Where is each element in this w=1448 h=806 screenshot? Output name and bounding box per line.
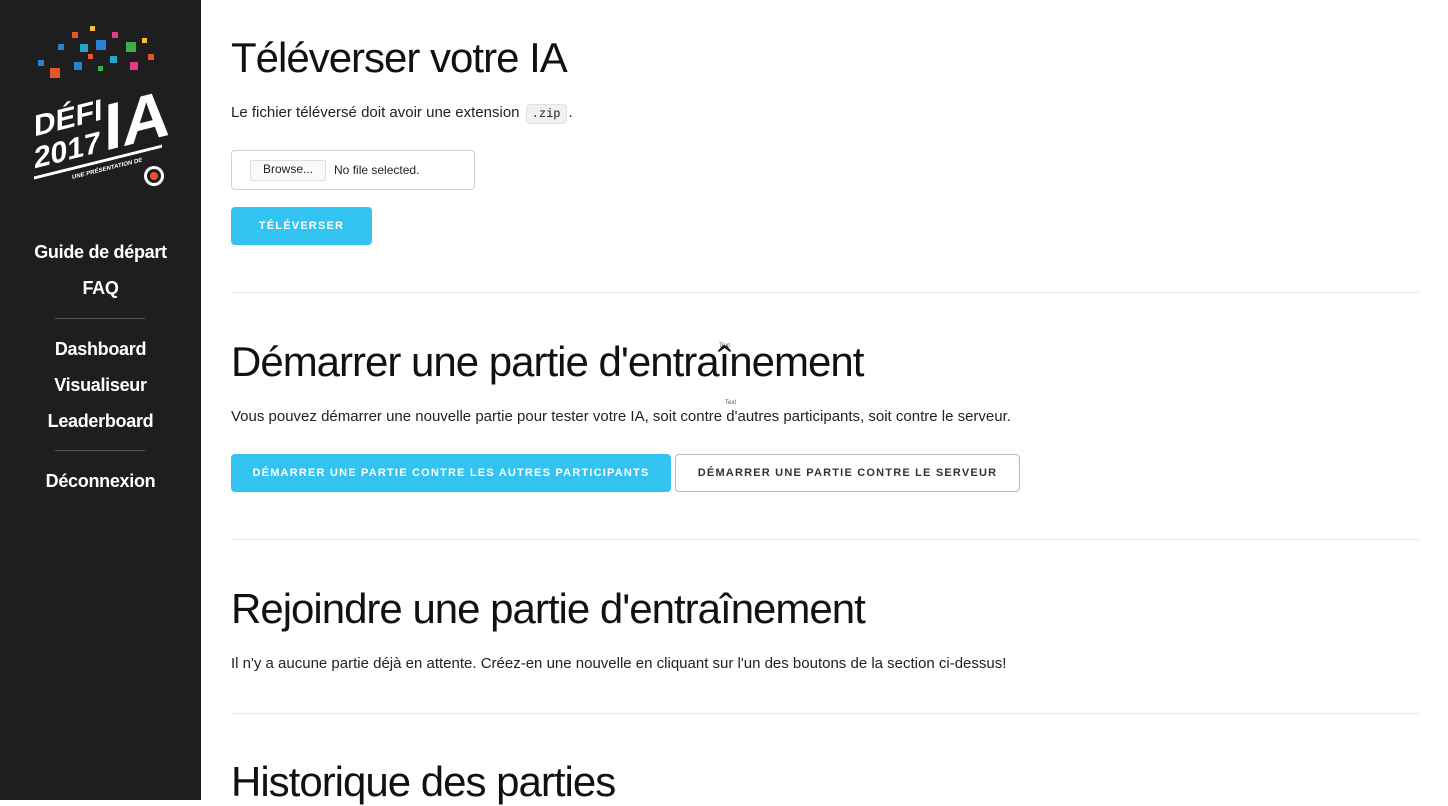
start-vs-participants-button[interactable]: DÉMARRER UNE PARTIE CONTRE LES AUTRES PA… (231, 454, 671, 492)
upload-title: Téléverser votre IA (231, 34, 568, 81)
join-game-description: Il n'y a aucune partie déjà en attente. … (231, 655, 1007, 672)
nav-divider (55, 450, 145, 451)
section-divider (231, 292, 1419, 293)
upload-desc-end: . (568, 104, 573, 121)
browse-button[interactable]: Browse... (250, 159, 327, 181)
upload-description: Le fichier téléversé doit avoir une exte… (231, 104, 573, 124)
history-title: Historique des parties (231, 758, 616, 805)
nav-link-faq[interactable]: FAQ (0, 270, 201, 306)
start-game-description: Vous pouvez démarrer une nouvelle partie… (231, 408, 1011, 425)
nav-link-visualiseur[interactable]: Visualiseur (0, 367, 201, 403)
start-game-title: Démarrer une partie d'entraînement (231, 338, 864, 385)
nav-account: Déconnexion (0, 463, 201, 499)
nav-link-guide[interactable]: Guide de départ (0, 234, 201, 270)
nav-secondary: Dashboard Visualiseur Leaderboard (0, 331, 201, 439)
nav-link-deconnexion[interactable]: Déconnexion (0, 463, 201, 499)
stray-text-label: Text (725, 400, 737, 406)
join-game-title: Rejoindre une partie d'entraînement (231, 585, 866, 632)
logo-graphic: DÉFI 2017 IA UNE PRÉSENTATION DE (34, 26, 170, 186)
sidebar: DÉFI 2017 IA UNE PRÉSENTATION DE Guide d… (0, 0, 201, 800)
start-vs-server-button[interactable]: DÉMARRER UNE PARTIE CONTRE LE SERVEUR (675, 454, 1020, 492)
file-status: No file selected. (334, 163, 420, 177)
file-input[interactable]: Browse... No file selected. (231, 150, 475, 190)
defi-ia-logo[interactable]: DÉFI 2017 IA UNE PRÉSENTATION DE (28, 22, 170, 197)
nav-divider (55, 318, 145, 319)
stray-text-label: Text (719, 343, 731, 349)
upload-desc-text: Le fichier téléversé doit avoir une exte… (231, 104, 520, 121)
nav-link-dashboard[interactable]: Dashboard (0, 331, 201, 367)
section-divider (231, 539, 1419, 540)
nav-link-leaderboard[interactable]: Leaderboard (0, 403, 201, 439)
section-divider (231, 713, 1419, 714)
zip-extension-code: .zip (525, 104, 567, 124)
upload-submit-button[interactable]: TÉLÉVERSER (231, 207, 372, 245)
nav-primary: Guide de départ FAQ (0, 234, 201, 306)
